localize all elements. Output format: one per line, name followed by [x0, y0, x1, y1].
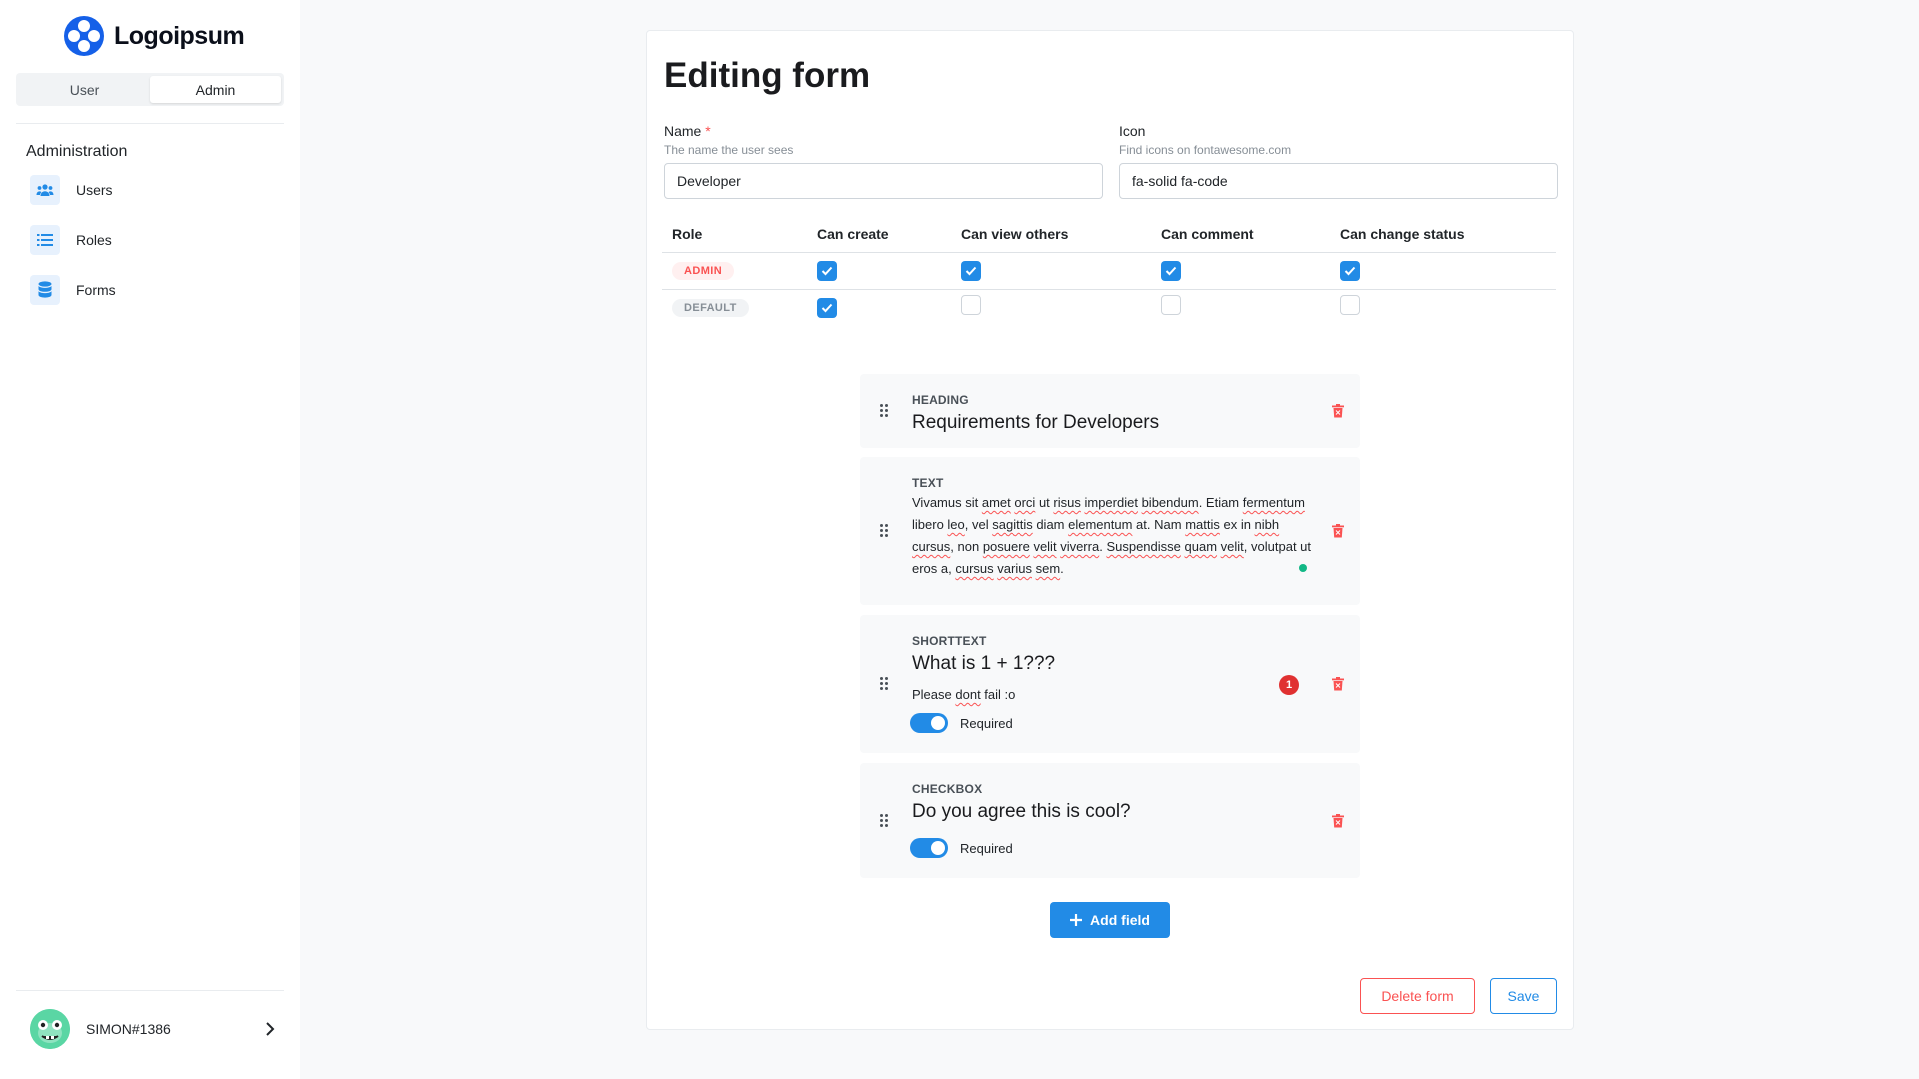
sidebar-item-label: Roles [76, 232, 112, 248]
brand-logo[interactable]: Logoipsum [64, 16, 245, 56]
drag-handle-icon[interactable] [880, 524, 888, 538]
issue-count-badge: 1 [1279, 675, 1299, 695]
icon-input[interactable] [1119, 163, 1558, 199]
name-label-text: Name [664, 123, 702, 139]
users-icon [30, 175, 60, 205]
divider [16, 123, 284, 124]
table-cell [1330, 289, 1556, 326]
add-field-label: Add field [1090, 912, 1150, 928]
sidebar-item-label: Users [76, 182, 113, 198]
trash-icon[interactable] [1332, 524, 1344, 538]
field-title[interactable]: What is 1 + 1??? [912, 653, 1055, 675]
save-button[interactable]: Save [1490, 978, 1557, 1014]
user-name: SIMON#1386 [86, 1021, 171, 1037]
shorttext-field-block: SHORTTEXT What is 1 + 1??? Please dont f… [860, 615, 1360, 753]
field-description[interactable]: Please dont fail :o [912, 687, 1015, 702]
table-row: DEFAULT [662, 289, 1556, 326]
trash-icon[interactable] [1332, 814, 1344, 828]
column-header: Can create [807, 216, 951, 253]
icon-field-description: Find icons on fontawesome.com [1119, 143, 1292, 157]
table-cell [807, 289, 951, 326]
required-label: Required [960, 716, 1013, 731]
table-cell [1330, 252, 1556, 290]
database-icon [30, 275, 60, 305]
column-header: Role [662, 216, 807, 253]
field-title[interactable]: Requirements for Developers [912, 412, 1159, 434]
table-cell: DEFAULT [662, 289, 807, 326]
sidebar-item-roles[interactable]: Roles [30, 225, 112, 255]
text-body-editor[interactable]: Vivamus sit amet orci ut risus imperdiet… [912, 492, 1312, 580]
chevron-right-icon [260, 1019, 280, 1039]
drag-handle-icon[interactable] [880, 814, 888, 828]
required-toggle[interactable] [910, 838, 948, 858]
table-row: ADMIN [662, 252, 1556, 290]
heading-field-block: HEADING Requirements for Developers [860, 374, 1360, 448]
table-cell [1151, 252, 1330, 290]
page-title: Editing form [664, 56, 871, 95]
table-cell: ADMIN [662, 252, 807, 290]
name-field-description: The name the user sees [664, 143, 794, 157]
nav-section-title: Administration [26, 143, 128, 160]
sidebar-item-label: Forms [76, 282, 116, 298]
user-menu[interactable]: SIMON#1386 [30, 1009, 280, 1049]
mode-switch[interactable]: User Admin [16, 73, 284, 106]
field-type-label: HEADING [912, 393, 969, 407]
required-label: Required [960, 841, 1013, 856]
delete-form-button[interactable]: Delete form [1360, 978, 1475, 1014]
checkbox-checked[interactable] [961, 260, 981, 281]
trash-icon[interactable] [1332, 404, 1344, 418]
checkbox-checked[interactable] [1340, 260, 1360, 281]
table-header-row: Role Can create Can view others Can comm… [662, 216, 1556, 253]
mode-admin-option[interactable]: Admin [150, 76, 281, 103]
checkbox-unchecked[interactable] [1340, 295, 1360, 316]
permissions-table: Role Can create Can view others Can comm… [662, 216, 1556, 326]
table-cell [951, 252, 1151, 290]
drag-handle-icon[interactable] [880, 677, 888, 691]
status-dot [1299, 564, 1307, 572]
add-field-button[interactable]: Add field [1050, 902, 1170, 938]
name-input[interactable] [664, 163, 1103, 199]
column-header: Can comment [1151, 216, 1330, 253]
mode-user-option[interactable]: User [19, 76, 150, 103]
checkbox-checked[interactable] [817, 297, 837, 318]
form-editor-card: Editing form Name * The name the user se… [646, 30, 1574, 1030]
role-badge: ADMIN [672, 262, 735, 280]
brand-name: Logoipsum [114, 21, 245, 50]
checkbox-field-block: CHECKBOX Do you agree this is cool? Requ… [860, 763, 1360, 878]
table-cell [951, 289, 1151, 326]
checkbox-checked[interactable] [817, 260, 837, 281]
field-title[interactable]: Do you agree this is cool? [912, 801, 1131, 823]
name-field-label: Name * [664, 123, 711, 139]
required-toggle[interactable] [910, 713, 948, 733]
field-type-label: CHECKBOX [912, 782, 983, 796]
checkbox-checked[interactable] [1161, 260, 1181, 281]
avatar [30, 1009, 70, 1049]
required-mark: * [705, 123, 711, 139]
field-type-label: TEXT [912, 476, 944, 490]
sidebar: Logoipsum User Admin Administration User… [0, 0, 300, 1079]
sidebar-item-users[interactable]: Users [30, 175, 113, 205]
checkbox-unchecked[interactable] [1161, 295, 1181, 316]
plus-icon [1070, 914, 1083, 926]
trash-icon[interactable] [1332, 677, 1344, 691]
text-field-block: TEXT Vivamus sit amet orci ut risus impe… [860, 457, 1360, 605]
drag-handle-icon[interactable] [880, 404, 888, 418]
column-header: Can view others [951, 216, 1151, 253]
list-icon [30, 225, 60, 255]
table-cell [1151, 289, 1330, 326]
sidebar-item-forms[interactable]: Forms [30, 275, 116, 305]
icon-field-label: Icon [1119, 123, 1146, 139]
table-cell [807, 252, 951, 290]
field-type-label: SHORTTEXT [912, 634, 987, 648]
logo-icon [64, 16, 104, 56]
column-header: Can change status [1330, 216, 1556, 253]
checkbox-unchecked[interactable] [961, 295, 981, 316]
divider [16, 990, 284, 991]
role-badge: DEFAULT [672, 299, 749, 318]
